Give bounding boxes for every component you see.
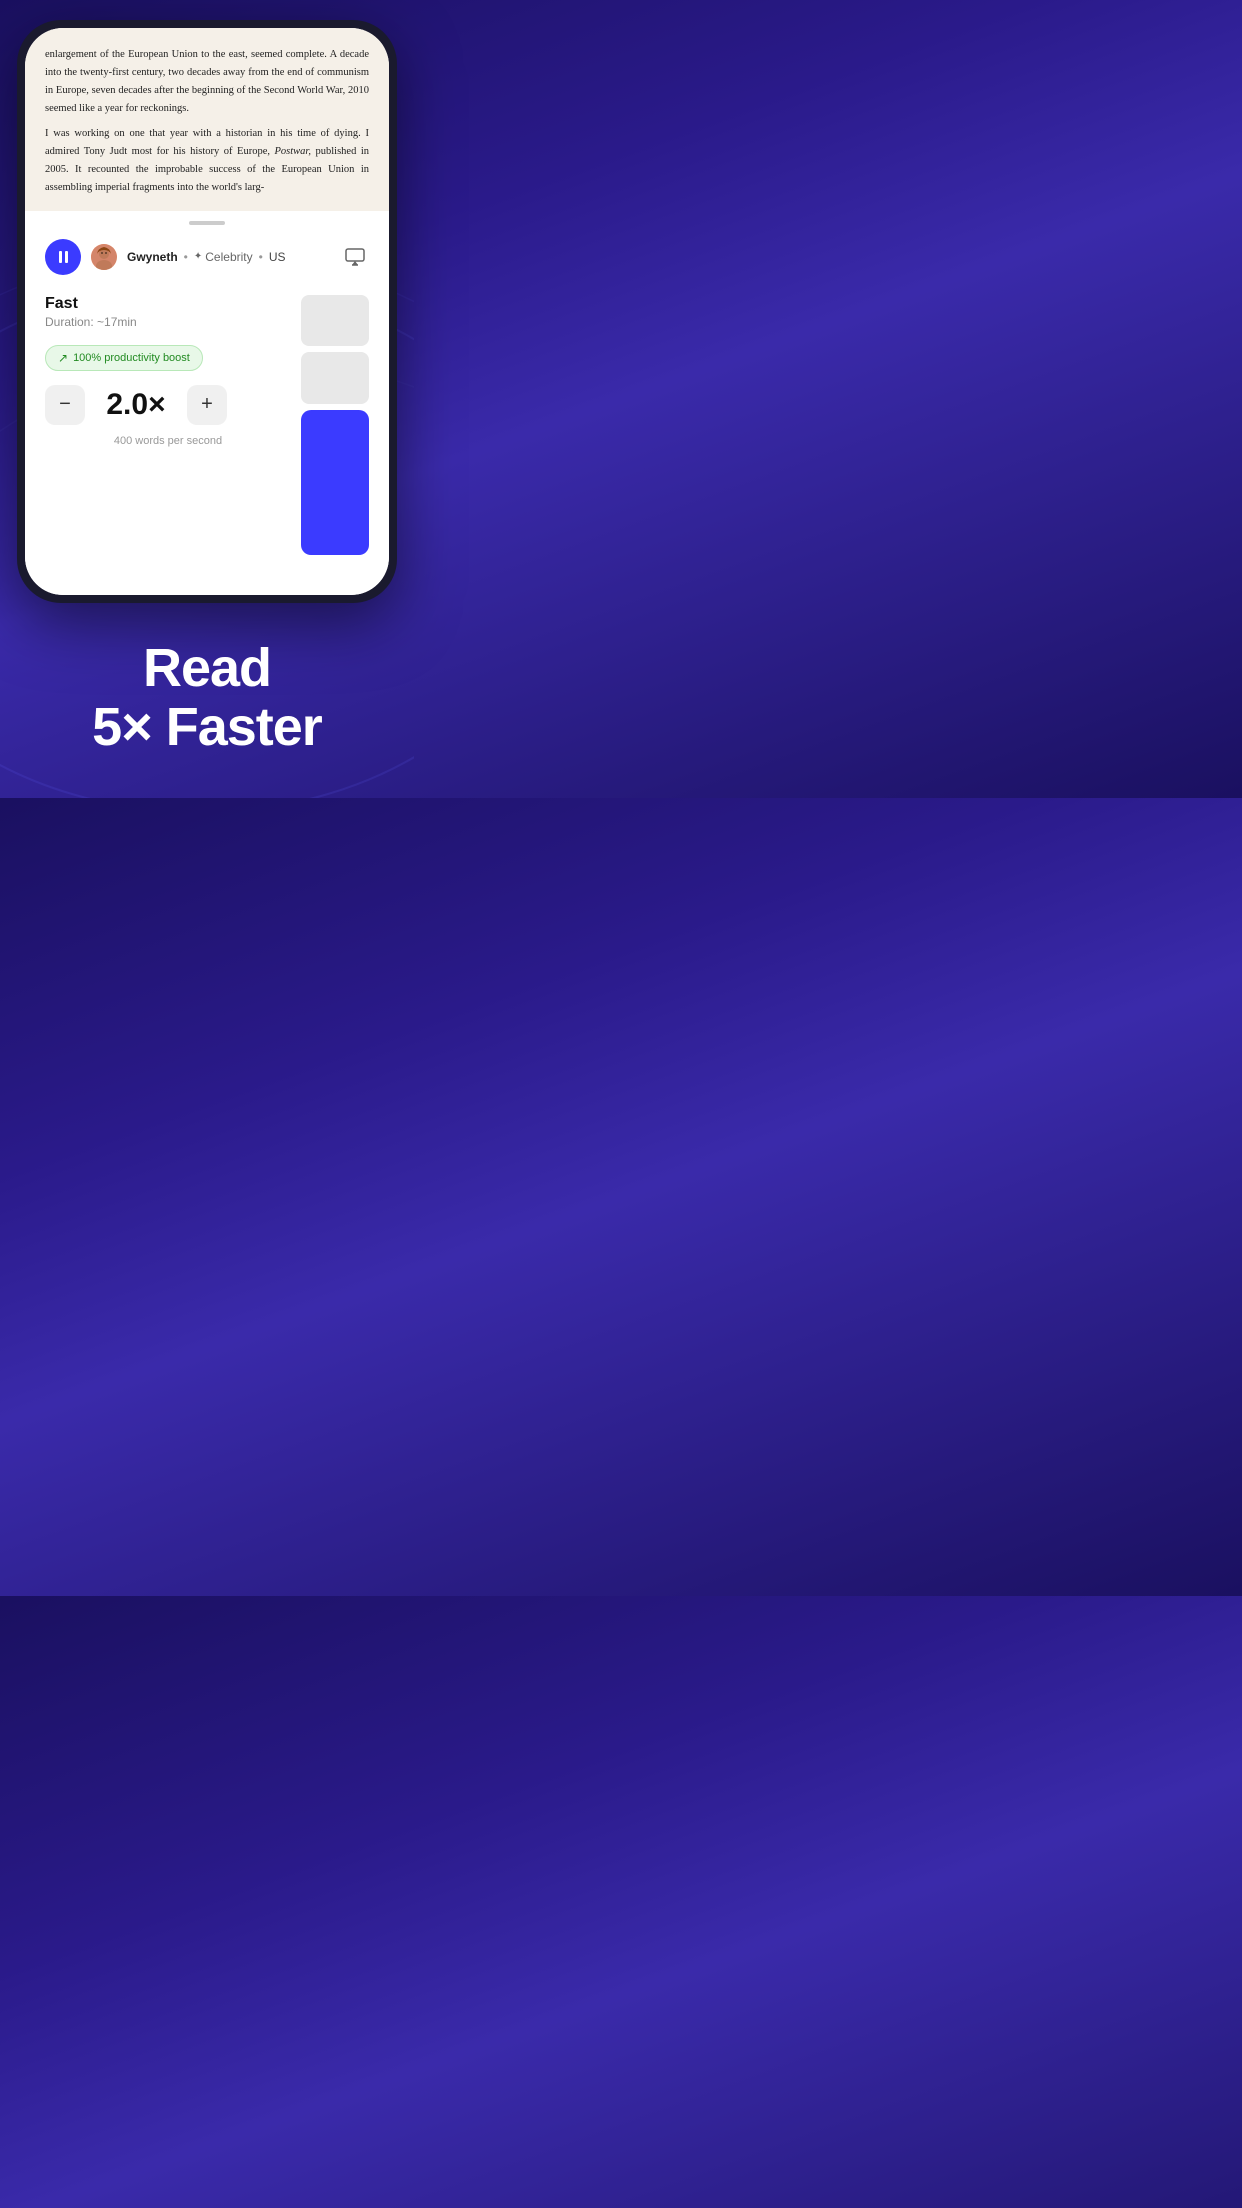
slider-segment-top xyxy=(301,295,369,347)
slider-segment-mid xyxy=(301,352,369,404)
marketing-section: Read 5× Faster xyxy=(0,603,414,798)
speed-control: − 2.0× + xyxy=(45,385,291,425)
marketing-line-2: 5× Faster xyxy=(92,697,322,757)
separator-2: • xyxy=(259,250,263,264)
marketing-line-1: Read xyxy=(143,638,271,698)
bottom-sheet: Gwyneth • ✦ Celebrity • US xyxy=(25,221,389,595)
increase-speed-button[interactable]: + xyxy=(187,385,227,425)
separator-1: • xyxy=(184,250,188,264)
voice-name: Gwyneth xyxy=(127,250,178,264)
speed-section: Fast Duration: ~17min ↗ 100% productivit… xyxy=(45,285,369,565)
voice-type: ✦ Celebrity xyxy=(194,250,253,264)
productivity-badge: ↗ 100% productivity boost xyxy=(45,345,203,371)
voice-avatar xyxy=(91,244,117,270)
book-paragraph-1: enlargement of the European Union to the… xyxy=(45,46,369,117)
words-per-second: 400 words per second xyxy=(45,435,291,447)
slider-segment-active xyxy=(301,410,369,555)
pause-button[interactable] xyxy=(45,239,81,275)
pause-icon xyxy=(59,251,68,263)
airplay-icon[interactable] xyxy=(341,243,369,271)
voice-region: US xyxy=(269,250,286,264)
phone-mockup: enlargement of the European Union to the… xyxy=(17,20,397,603)
book-text-area: enlargement of the European Union to the… xyxy=(25,28,389,211)
marketing-title: Read 5× Faster xyxy=(30,639,384,758)
book-paragraph-2: I was working on one that year with a hi… xyxy=(45,125,369,196)
phone-frame: enlargement of the European Union to the… xyxy=(17,20,397,603)
decrease-speed-button[interactable]: − xyxy=(45,385,85,425)
speed-info: Fast Duration: ~17min ↗ 100% productivit… xyxy=(45,295,291,447)
voice-bar: Gwyneth • ✦ Celebrity • US xyxy=(45,225,369,285)
speed-duration: Duration: ~17min xyxy=(45,315,291,329)
speed-value: 2.0× xyxy=(101,388,171,422)
phone-screen: enlargement of the European Union to the… xyxy=(25,28,389,595)
voice-info: Gwyneth • ✦ Celebrity • US xyxy=(127,250,331,264)
speed-slider[interactable] xyxy=(301,295,369,555)
productivity-text: 100% productivity boost xyxy=(73,352,190,364)
arrow-up-right-icon: ↗ xyxy=(58,351,68,365)
star-icon: ✦ xyxy=(194,251,202,262)
speed-label: Fast xyxy=(45,295,291,313)
